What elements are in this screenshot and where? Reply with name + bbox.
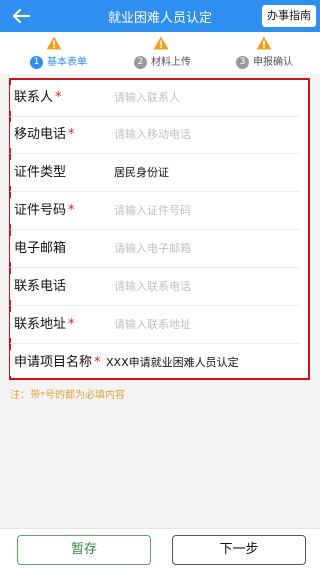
contact-address-input[interactable]: 请输入联系地址 (114, 317, 191, 333)
id-number-input[interactable]: 请输入证件号码 (114, 203, 191, 219)
project-name-input[interactable]: XXX申请就业困难人员认定 (106, 355, 239, 371)
step-3: 3 申报确认 (214, 36, 314, 72)
field-mobile-phone[interactable]: 移动电话 * 请输入移动电话 (10, 122, 300, 154)
back-button[interactable] (8, 5, 34, 27)
required-mark: * (55, 90, 62, 105)
warning-icon (153, 36, 169, 50)
required-note: 注：带*号的都为必填内容 (10, 390, 125, 401)
mobile-phone-input[interactable]: 请输入移动电话 (114, 127, 191, 143)
guide-button[interactable]: 办事指南 (262, 5, 316, 27)
save-draft-button[interactable]: 暂存 (17, 535, 151, 565)
divider (10, 153, 300, 154)
step-label: 材料上传 (151, 57, 191, 68)
step-number: 2 (134, 56, 147, 69)
required-mark: * (68, 127, 75, 142)
field-contact-address[interactable]: 联系地址 * 请输入联系地址 (10, 312, 300, 344)
back-arrow-icon (12, 8, 31, 24)
divider (10, 267, 300, 268)
field-label: 证件类型 (14, 165, 67, 180)
step-label: 基本表单 (47, 57, 87, 68)
step-number: 1 (30, 56, 43, 69)
step-2: 2 材料上传 (111, 36, 211, 72)
step-label: 申报确认 (253, 57, 293, 68)
required-mark: * (68, 317, 75, 332)
email-input[interactable]: 请输入电子邮箱 (114, 241, 191, 257)
step-indicator: 1 基本表单 2 材料上传 3 申报确认 (0, 32, 320, 74)
field-id-number[interactable]: 证件号码 * 请输入证件号码 (10, 198, 300, 230)
id-type-select[interactable]: 居民身份证 (114, 165, 169, 181)
page-title: 就业困难人员认定 (107, 11, 212, 26)
field-project-name[interactable]: 申请项目名称 * XXX申请就业困难人员认定 (10, 350, 300, 376)
field-label: 联系地址 * (14, 317, 75, 332)
field-contact-person[interactable]: 联系人 * 请输入联系人 (10, 85, 300, 117)
warning-icon (256, 36, 272, 50)
step-number: 3 (236, 56, 249, 69)
divider (10, 191, 300, 192)
title-bar: 就业困难人员认定 办事指南 (0, 0, 320, 32)
divider (10, 229, 300, 230)
divider (10, 305, 300, 306)
field-id-type[interactable]: 证件类型 居民身份证 (10, 160, 300, 192)
contact-phone-input[interactable]: 请输入联系电话 (114, 279, 191, 295)
required-mark: * (94, 355, 101, 370)
field-email[interactable]: 电子邮箱 请输入电子邮箱 (10, 236, 300, 268)
field-label: 联系人 * (14, 90, 62, 105)
field-label: 移动电话 * (14, 127, 75, 142)
warning-icon (46, 36, 62, 50)
required-mark: * (68, 203, 75, 218)
step-1: 1 基本表单 (4, 36, 104, 72)
next-step-button[interactable]: 下一步 (172, 535, 306, 565)
field-label: 申请项目名称 * (14, 355, 101, 370)
bottom-action-bar: 暂存 下一步 (0, 528, 320, 569)
divider (10, 116, 300, 117)
contact-person-input[interactable]: 请输入联系人 (114, 90, 180, 106)
field-label: 证件号码 * (14, 203, 75, 218)
divider (10, 343, 300, 344)
field-label: 电子邮箱 (14, 241, 67, 256)
field-contact-phone[interactable]: 联系电话 请输入联系电话 (10, 274, 300, 306)
field-label: 联系电话 (14, 279, 67, 294)
